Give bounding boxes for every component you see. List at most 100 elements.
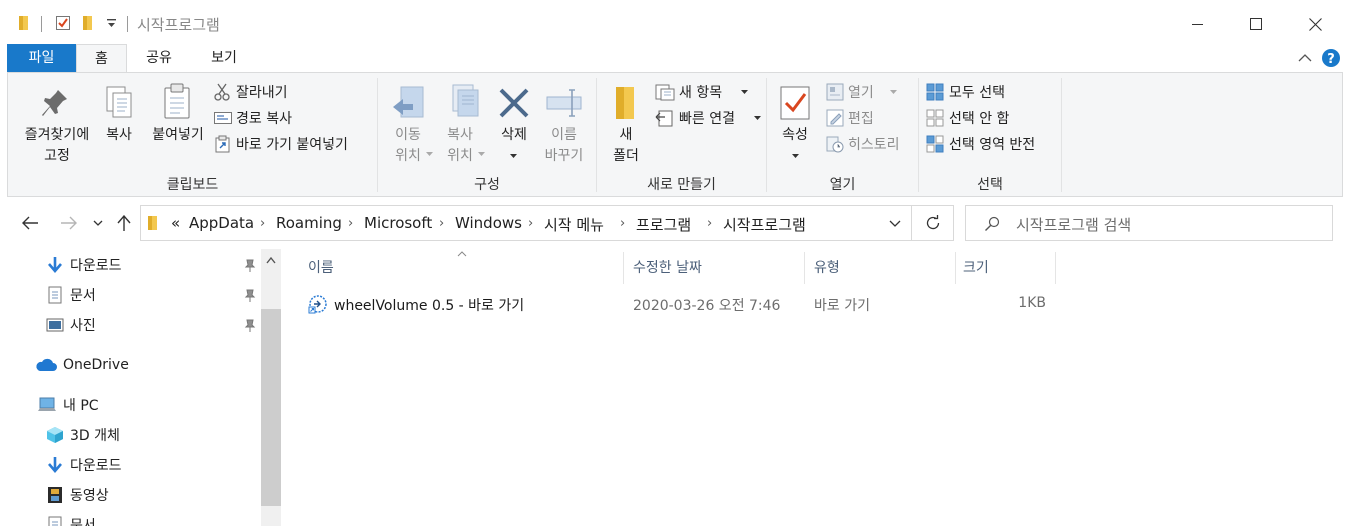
search-box[interactable]: 시작프로그램 검색 — [965, 205, 1333, 241]
collapse-ribbon-icon[interactable] — [1298, 53, 1312, 62]
chevron-right-icon[interactable]: › — [439, 216, 444, 231]
file-name[interactable]: wheelVolume 0.5 - 바로 가기 — [334, 295, 524, 315]
address-bar[interactable]: « AppData › Roaming › Microsoft › Window… — [140, 205, 912, 241]
copy-to-label: 복사 위치 — [447, 127, 473, 164]
pin-to-quick-access-button[interactable]: 즐겨찾기에 고정 — [12, 75, 96, 170]
chevron-right-icon[interactable]: › — [620, 216, 625, 231]
column-divider[interactable] — [1055, 252, 1056, 284]
breadcrumb-start-menu[interactable]: 시작 메뉴 — [544, 214, 604, 235]
move-to-button[interactable]: 이동 위치 — [383, 75, 433, 170]
rename-label: 이름 바꾸기 — [544, 127, 584, 164]
copy-to-button[interactable]: 복사 위치 — [435, 75, 485, 170]
address-history-dropdown-icon[interactable] — [889, 220, 901, 228]
maximize-icon — [1250, 18, 1262, 30]
copy-button[interactable]: 복사 — [97, 75, 141, 155]
pin-icon[interactable] — [244, 319, 256, 333]
minimize-button[interactable] — [1169, 6, 1227, 42]
recent-locations-dropdown-icon[interactable] — [93, 220, 103, 227]
column-divider[interactable] — [804, 252, 805, 284]
new-folder-button[interactable]: 새 폴더 — [604, 75, 648, 170]
column-divider[interactable] — [955, 252, 956, 284]
chevron-right-icon[interactable]: › — [528, 216, 533, 231]
refresh-button[interactable] — [912, 205, 954, 241]
navigation-bar: « AppData › Roaming › Microsoft › Window… — [0, 197, 1349, 249]
nav-item-downloads-pc[interactable]: 다운로드 — [46, 450, 122, 480]
chevron-right-icon[interactable]: › — [707, 216, 712, 231]
breadcrumb-microsoft[interactable]: Microsoft — [364, 214, 432, 232]
separator — [41, 16, 42, 32]
tab-view[interactable]: 보기 — [194, 44, 254, 72]
refresh-icon — [926, 215, 939, 230]
easy-access-icon — [655, 110, 673, 127]
tab-share[interactable]: 공유 — [131, 44, 187, 72]
nav-item-documents-pc[interactable]: 문서 — [46, 510, 96, 526]
customize-toolbar-dropdown-icon[interactable] — [107, 18, 116, 28]
scroll-up-arrow-icon[interactable] — [266, 257, 276, 264]
close-button[interactable] — [1286, 6, 1344, 42]
easy-access-button[interactable]: 빠른 연결 — [653, 107, 765, 129]
edit-icon — [826, 109, 844, 127]
breadcrumb-windows[interactable]: Windows — [455, 214, 522, 232]
chevron-right-icon[interactable]: › — [260, 216, 265, 231]
column-divider[interactable] — [623, 252, 624, 284]
group-title-organize: 구성 — [474, 177, 500, 193]
paste-label: 붙여넣기 — [152, 127, 204, 143]
paste-shortcut-button[interactable]: 바로 가기 붙여넣기 — [212, 133, 377, 155]
new-folder-icon[interactable] — [82, 15, 96, 31]
pin-icon[interactable] — [244, 259, 256, 273]
nav-item-onedrive[interactable]: OneDrive — [35, 350, 129, 380]
breadcrumb-roaming[interactable]: Roaming — [276, 214, 342, 232]
copy-path-button[interactable]: 경로 복사 — [212, 107, 312, 129]
new-item-button[interactable]: 새 항목 — [653, 81, 753, 103]
breadcrumb-startup[interactable]: 시작프로그램 — [723, 214, 806, 235]
breadcrumb-programs[interactable]: 프로그램 — [636, 214, 691, 235]
help-icon[interactable]: ? — [1322, 49, 1340, 67]
column-header-name[interactable]: 이름 — [308, 257, 334, 279]
nav-item-label: 3D 개체 — [70, 428, 120, 444]
paste-button[interactable]: 붙여넣기 — [144, 75, 212, 155]
open-button[interactable]: 열기 — [824, 81, 904, 103]
column-header-type[interactable]: 유형 — [814, 257, 840, 279]
properties-button[interactable]: 속성 — [772, 75, 818, 170]
nav-item-3d-objects[interactable]: 3D 개체 — [46, 420, 120, 450]
nav-item-documents[interactable]: 문서 — [46, 280, 96, 310]
rename-button[interactable]: 이름 바꾸기 — [538, 75, 590, 170]
tab-home[interactable]: 홈 — [76, 44, 127, 73]
file-modified: 2020-03-26 오전 7:46 — [633, 298, 781, 314]
maximize-button[interactable] — [1227, 6, 1285, 42]
breadcrumb-appdata[interactable]: AppData — [189, 214, 254, 232]
copy-icon — [106, 86, 132, 118]
nav-item-label: 문서 — [70, 518, 96, 526]
breadcrumb-overflow[interactable]: « — [171, 214, 180, 232]
nav-item-pictures[interactable]: 사진 — [46, 310, 96, 340]
group-title-select: 선택 — [977, 177, 1003, 193]
nav-item-label: 문서 — [70, 288, 96, 304]
invert-selection-button[interactable]: 선택 영역 반전 — [924, 133, 1054, 155]
pin-icon[interactable] — [244, 289, 256, 303]
tab-file[interactable]: 파일 — [7, 44, 76, 72]
chevron-right-icon[interactable]: › — [348, 216, 353, 231]
new-item-icon — [655, 84, 675, 101]
edit-button[interactable]: 편집 — [824, 107, 904, 129]
up-arrow-icon[interactable] — [117, 215, 131, 232]
column-header-size[interactable]: 크기 — [963, 257, 989, 279]
column-header-modified[interactable]: 수정한 날짜 — [633, 257, 702, 279]
forward-arrow-icon[interactable] — [60, 216, 77, 230]
back-arrow-icon[interactable] — [22, 216, 39, 230]
select-all-button[interactable]: 모두 선택 — [924, 81, 1024, 103]
rename-icon — [546, 89, 582, 117]
film-strip-icon — [46, 486, 64, 504]
nav-item-this-pc[interactable]: 내 PC — [37, 390, 99, 420]
select-none-button[interactable]: 선택 안 함 — [924, 107, 1024, 129]
nav-scrollbar-thumb[interactable] — [261, 309, 281, 506]
history-button[interactable]: 히스토리 — [824, 133, 916, 155]
picture-icon — [46, 316, 64, 334]
properties-check-icon[interactable] — [55, 15, 71, 31]
nav-item-videos[interactable]: 동영상 — [46, 480, 109, 510]
window-title: 시작프로그램 — [137, 16, 220, 34]
cut-button[interactable]: 잘라내기 — [212, 81, 302, 103]
nav-item-downloads[interactable]: 다운로드 — [46, 250, 122, 280]
paste-shortcut-icon — [215, 135, 230, 153]
group-title-clipboard: 클립보드 — [166, 177, 219, 193]
delete-button[interactable]: 삭제 — [492, 75, 536, 170]
